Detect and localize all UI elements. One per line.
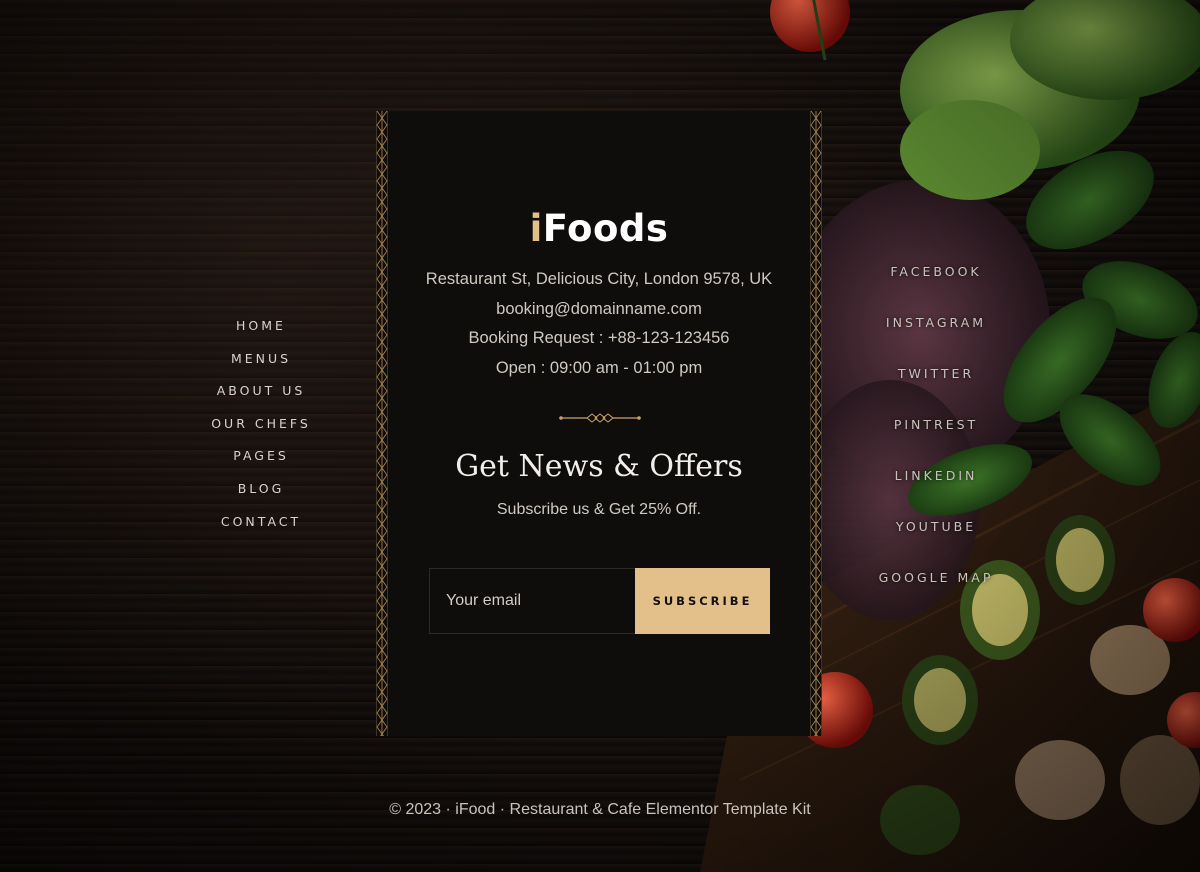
menu-link-about-us[interactable]: ABOUT US [217, 381, 306, 414]
social-link-linkedin[interactable]: LINKEDIN [895, 466, 978, 517]
ornament-divider-icon [559, 413, 641, 423]
contact-address: Restaurant St, Delicious City, London 95… [425, 270, 773, 288]
contact-booking[interactable]: Booking Request : +88-123-123456 [376, 324, 822, 354]
social-link-twitter[interactable]: TWITTER [898, 364, 974, 415]
footer-menu: HOME MENUS ABOUT US OUR CHEFS PAGES BLOG… [186, 316, 336, 544]
social-link-pintrest[interactable]: PINTREST [894, 415, 978, 466]
email-input[interactable] [429, 568, 635, 634]
footer-section: HOME MENUS ABOUT US OUR CHEFS PAGES BLOG… [0, 0, 1200, 872]
art-deco-border-right [810, 111, 822, 736]
menu-link-contact[interactable]: CONTACT [221, 512, 301, 545]
subscribe-form: SUBSCRIBE [429, 568, 770, 634]
brand-logo-text: Foods [542, 207, 669, 250]
contact-email[interactable]: booking@domainname.com [376, 295, 822, 325]
contact-info: Restaurant St, Delicious City, London 95… [376, 265, 822, 384]
copyright-text: © 2023 · iFood · Restaurant & Cafe Eleme… [389, 801, 811, 818]
menu-link-home[interactable]: HOME [236, 316, 286, 349]
art-deco-border-left [376, 111, 388, 736]
brand-logo[interactable]: iFoods [376, 207, 822, 250]
newsletter-subtitle: Subscribe us & Get 25% Off. [496, 501, 702, 518]
menu-link-our-chefs[interactable]: OUR CHEFS [211, 414, 311, 447]
social-link-youtube[interactable]: YOUTUBE [896, 517, 976, 568]
menu-link-pages[interactable]: PAGES [233, 446, 289, 479]
newsletter-title: Get News & Offers [455, 449, 743, 484]
subscribe-button[interactable]: SUBSCRIBE [635, 568, 770, 634]
menu-link-blog[interactable]: BLOG [238, 479, 285, 512]
brand-logo-accent: i [529, 207, 543, 250]
social-links: FACEBOOK INSTAGRAM TWITTER PINTREST LINK… [860, 262, 1012, 619]
social-link-facebook[interactable]: FACEBOOK [890, 262, 981, 313]
social-link-google-map[interactable]: GOOGLE MAP [879, 568, 994, 619]
social-link-instagram[interactable]: INSTAGRAM [886, 313, 986, 364]
menu-link-menus[interactable]: MENUS [231, 349, 291, 382]
contact-hours: Open : 09:00 am - 01:00 pm [495, 359, 703, 378]
footer-card: iFoods Restaurant St, Delicious City, Lo… [376, 111, 822, 736]
